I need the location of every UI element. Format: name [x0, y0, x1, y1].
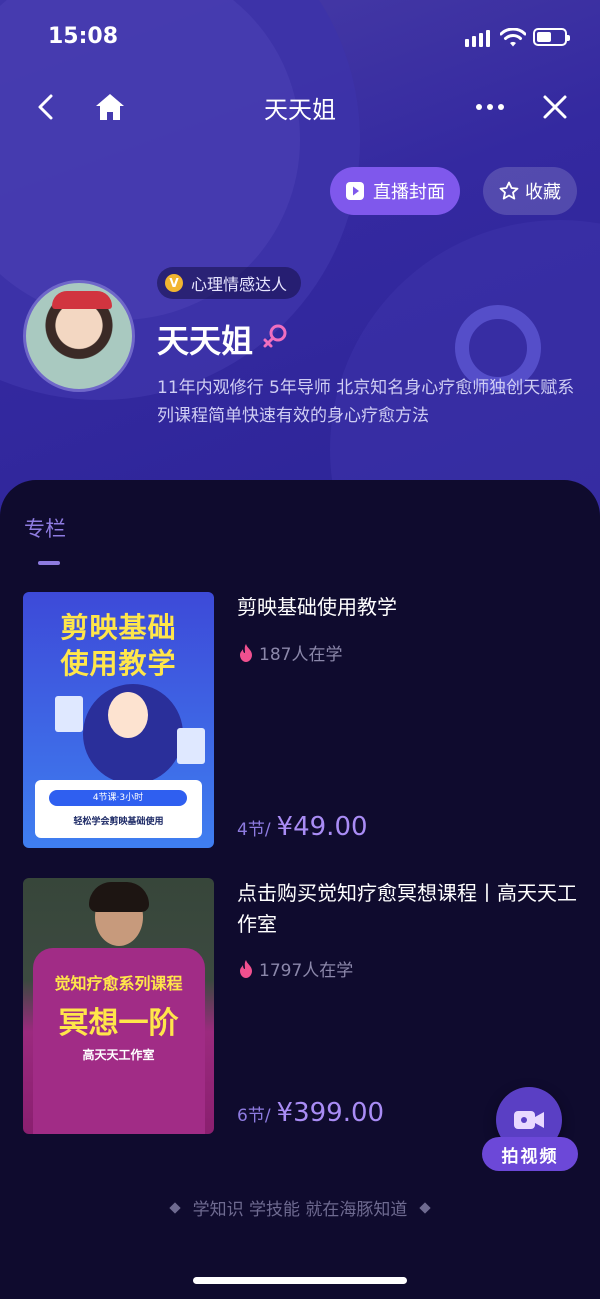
course-title: 点击购买觉知疗愈冥想课程丨高天天工作室 [237, 881, 577, 936]
home-indicator[interactable] [193, 1277, 407, 1284]
profile-page: 15:08 天天姐 直播封面 收藏 V 心理情感达人 天天姐 11年内观修行 5… [0, 0, 600, 1299]
cover-illustration-face [108, 692, 148, 738]
cover-subtitle: 轻松学会剪映基础使用 [73, 817, 164, 827]
learner-count-label: 1797人在学 [259, 961, 354, 981]
badge-label: 心理情感达人 [191, 275, 288, 294]
learner-count: 187人在学 [237, 640, 342, 665]
avatar[interactable] [23, 280, 135, 392]
course-card[interactable]: 剪映基础 使用教学 4节课·3小时 轻松学会剪映基础使用 剪映基础使用教学 18… [23, 592, 583, 849]
close-icon[interactable] [538, 90, 572, 124]
shoot-video-label: 拍视频 [482, 1137, 578, 1171]
battery-icon [533, 28, 570, 46]
profile-header: 15:08 天天姐 直播封面 收藏 V 心理情感达人 天天姐 11年内观修行 5… [0, 0, 600, 520]
cover-title: 剪映基础 使用教学 [60, 611, 177, 680]
cover-series-title: 觉知疗愈系列课程 [54, 974, 183, 993]
verified-icon: V [165, 274, 183, 292]
learner-count-label: 187人在学 [259, 645, 343, 665]
course-cover: 剪映基础 使用教学 4节课·3小时 轻松学会剪映基础使用 [23, 592, 214, 848]
course-title: 剪映基础使用教学 [237, 595, 397, 619]
cover-studio: 高天天工作室 [82, 1048, 155, 1062]
slogan-text: 学知识 学技能 就在海豚知道 [192, 1200, 408, 1220]
status-time: 15:08 [48, 24, 119, 49]
page-title: 天天姐 [264, 96, 336, 124]
live-cover-label: 直播封面 [373, 182, 445, 203]
shoot-video-button[interactable]: 拍视频 [480, 1087, 580, 1175]
footer-slogan: 学知识 学技能 就在海豚知道 [0, 1195, 600, 1220]
lesson-count: 4节/ [237, 820, 271, 840]
fire-icon [240, 643, 252, 662]
star-icon [499, 181, 519, 200]
profile-bio: 11年内观修行 5年导师 北京知名身心疗愈师独创天赋系列课程简单快速有效的身心疗… [157, 378, 575, 426]
cover-figure-hair [89, 882, 149, 912]
cover-title: 冥想一阶 [58, 1006, 179, 1041]
course-cover: 觉知疗愈系列课程 冥想一阶 高天天工作室 [23, 878, 214, 1134]
document-icon [177, 728, 205, 764]
avatar-flower-crown [52, 291, 112, 309]
cover-pill: 4节课·3小时 [49, 790, 187, 806]
wifi-icon [500, 28, 526, 47]
diamond-icon [419, 1201, 432, 1214]
price-row: 6节/ ¥399.00 [237, 1098, 384, 1128]
price-row: 4节/ ¥49.00 [237, 812, 368, 842]
section-underline [38, 561, 60, 565]
course-price: ¥49.00 [276, 812, 368, 842]
status-bar: 15:08 [0, 0, 600, 76]
fire-icon [240, 959, 252, 978]
profile-name: 天天姐 [157, 322, 254, 360]
favorite-label: 收藏 [525, 182, 561, 203]
more-icon[interactable] [470, 90, 510, 124]
document-icon [55, 696, 83, 732]
learner-count: 1797人在学 [237, 956, 353, 981]
section-title[interactable]: 专栏 [24, 513, 66, 543]
cover-info-box [35, 780, 202, 838]
female-icon [263, 324, 287, 348]
nav-bar: 天天姐 [0, 80, 600, 134]
cellular-signal-icon [465, 30, 490, 47]
diamond-icon [168, 1201, 181, 1214]
course-price: ¥399.00 [276, 1098, 385, 1128]
verified-badge: V 心理情感达人 [157, 267, 302, 299]
play-icon [346, 182, 364, 200]
live-cover-button[interactable]: 直播封面 [330, 167, 460, 215]
favorite-button[interactable]: 收藏 [483, 167, 577, 215]
lesson-count: 6节/ [237, 1106, 271, 1126]
